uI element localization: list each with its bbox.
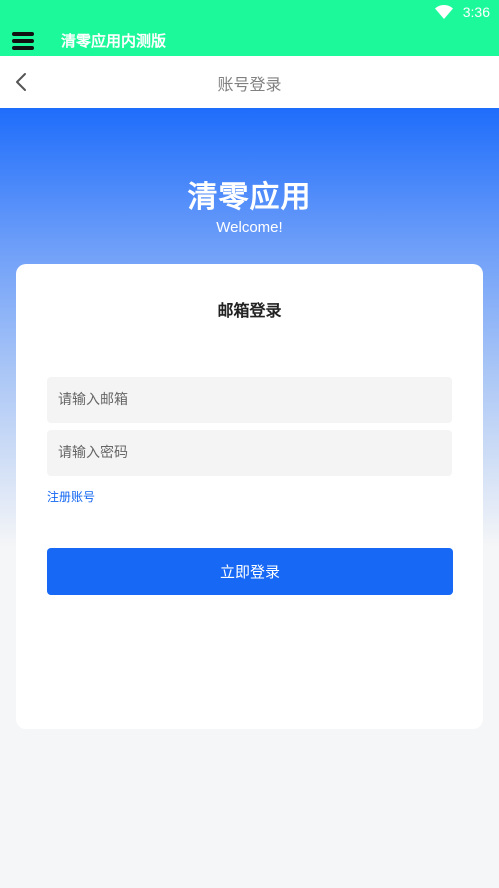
login-card-title: 邮箱登录 bbox=[217, 301, 282, 320]
register-link[interactable]: 注册账号 bbox=[47, 488, 95, 505]
status-bar: 3:36 bbox=[0, 0, 499, 26]
email-input[interactable] bbox=[47, 377, 452, 423]
hero-title: 清零应用 bbox=[187, 180, 312, 215]
wifi-icon bbox=[435, 5, 453, 19]
password-input[interactable] bbox=[47, 430, 452, 476]
status-time: 3:36 bbox=[462, 4, 490, 20]
menu-icon[interactable] bbox=[12, 30, 34, 52]
page-title: 账号登录 bbox=[217, 75, 282, 94]
login-card: 邮箱登录 注册账号 立即登录 bbox=[16, 264, 483, 729]
nav-bar: 账号登录 bbox=[0, 56, 499, 108]
app-bar: 清零应用内测版 bbox=[0, 26, 499, 56]
login-button[interactable]: 立即登录 bbox=[47, 548, 453, 595]
hero-subtitle: Welcome! bbox=[216, 219, 283, 236]
app-title: 清零应用内测版 bbox=[61, 32, 167, 50]
